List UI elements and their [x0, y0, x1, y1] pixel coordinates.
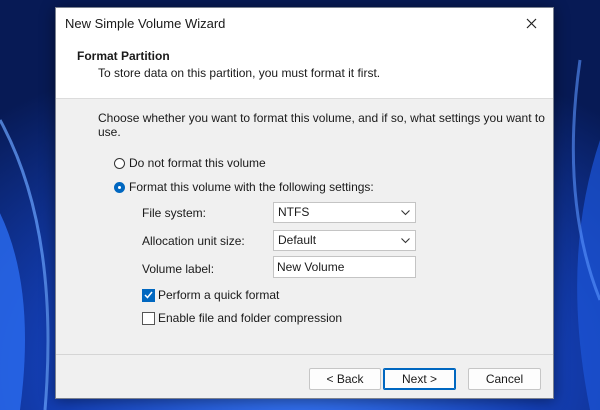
radio-circle[interactable]	[114, 181, 125, 193]
wizard-header: Format Partition To store data on this p…	[56, 38, 553, 99]
button-bar: < Back Next > Cancel	[56, 354, 553, 398]
radio-label: Do not format this volume	[129, 156, 266, 170]
cancel-button[interactable]: Cancel	[468, 368, 541, 390]
page-subtitle: To store data on this partition, you mus…	[98, 66, 381, 80]
title-bar[interactable]: New Simple Volume Wizard	[56, 8, 553, 38]
combo-value: NTFS	[278, 205, 310, 219]
file-system-combo[interactable]: NTFS	[273, 202, 416, 223]
close-button[interactable]	[509, 8, 553, 38]
combo-value: Default	[278, 233, 317, 247]
chevron-down-icon	[401, 210, 410, 216]
back-button[interactable]: < Back	[309, 368, 381, 390]
checkbox-box[interactable]	[142, 288, 155, 302]
radio-circle[interactable]	[114, 157, 125, 169]
chevron-down-icon	[401, 238, 410, 244]
window-title: New Simple Volume Wizard	[65, 16, 226, 31]
radio-label: Format this volume with the following se…	[129, 180, 374, 194]
checkbox-label: Perform a quick format	[158, 288, 280, 302]
file-system-label: File system:	[142, 206, 207, 220]
intro-text: Choose whether you want to format this v…	[98, 111, 545, 139]
wizard-dialog: New Simple Volume Wizard Format Partitio…	[55, 7, 554, 399]
allocation-size-combo[interactable]: Default	[273, 230, 416, 251]
checkbox-label: Enable file and folder compression	[158, 311, 343, 325]
checkbox-box[interactable]	[142, 311, 155, 325]
wizard-content: Choose whether you want to format this v…	[56, 99, 553, 354]
volume-label-input[interactable]: New Volume	[273, 256, 416, 278]
compression-checkbox[interactable]: Enable file and folder compression	[142, 311, 342, 325]
radio-format-volume[interactable]: Format this volume with the following se…	[114, 180, 374, 194]
quick-format-checkbox[interactable]: Perform a quick format	[142, 288, 279, 302]
volume-label-label: Volume label:	[142, 262, 215, 276]
next-button[interactable]: Next >	[383, 368, 456, 390]
checkmark-icon	[144, 291, 153, 299]
allocation-size-label: Allocation unit size:	[142, 234, 245, 248]
close-icon	[526, 18, 536, 28]
radio-do-not-format[interactable]: Do not format this volume	[114, 156, 266, 170]
page-title: Format Partition	[77, 49, 170, 63]
